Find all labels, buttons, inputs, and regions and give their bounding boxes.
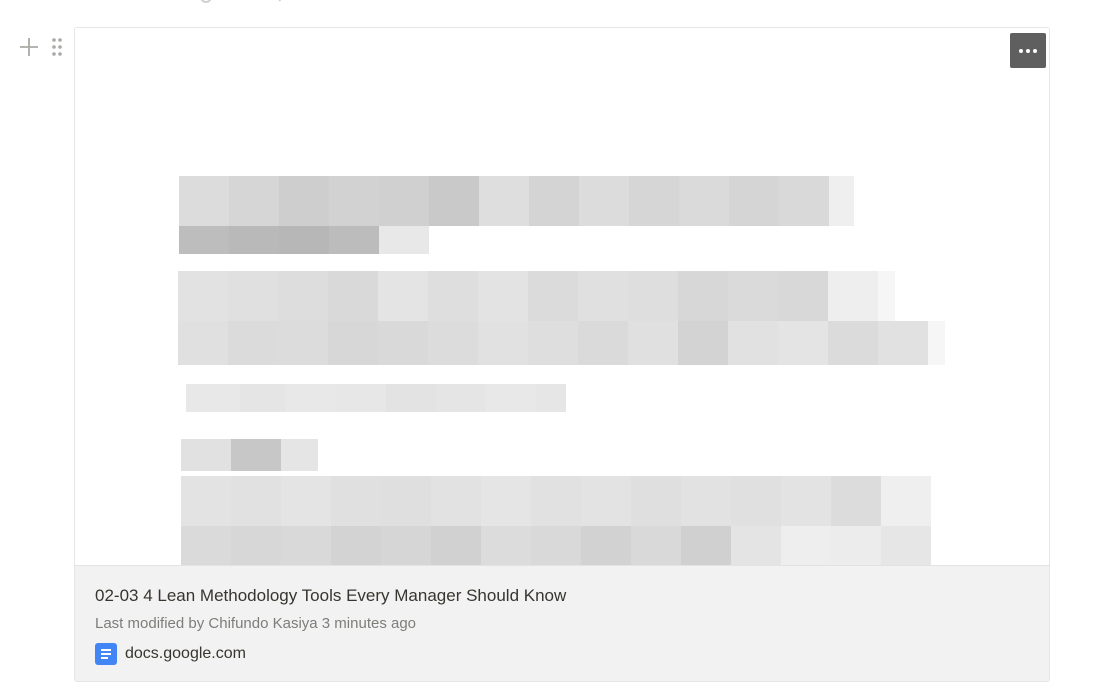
google-docs-icon — [95, 643, 117, 665]
block-handle — [18, 36, 64, 58]
embed-caption[interactable]: 02-03 4 Lean Methodology Tools Every Man… — [75, 565, 1049, 681]
plus-icon[interactable] — [18, 36, 40, 58]
document-preview[interactable] — [75, 28, 1049, 565]
source-link[interactable]: docs.google.com — [95, 643, 246, 665]
document-title[interactable]: 02-03 4 Lean Methodology Tools Every Man… — [95, 586, 566, 606]
notion-page: 02-03 4 Lean Methodology Tools Every Man… — [0, 0, 1100, 700]
google-doc-embed[interactable]: 02-03 4 Lean Methodology Tools Every Man… — [74, 27, 1050, 682]
last-modified-text: Last modified by Chifundo Kasiya 3 minut… — [95, 615, 417, 632]
heading-fragment — [200, 0, 310, 4]
more-options-button[interactable] — [1010, 33, 1046, 68]
more-horizontal-icon — [1019, 48, 1023, 53]
drag-handle-icon[interactable] — [50, 36, 64, 58]
source-domain[interactable]: docs.google.com — [125, 645, 246, 663]
